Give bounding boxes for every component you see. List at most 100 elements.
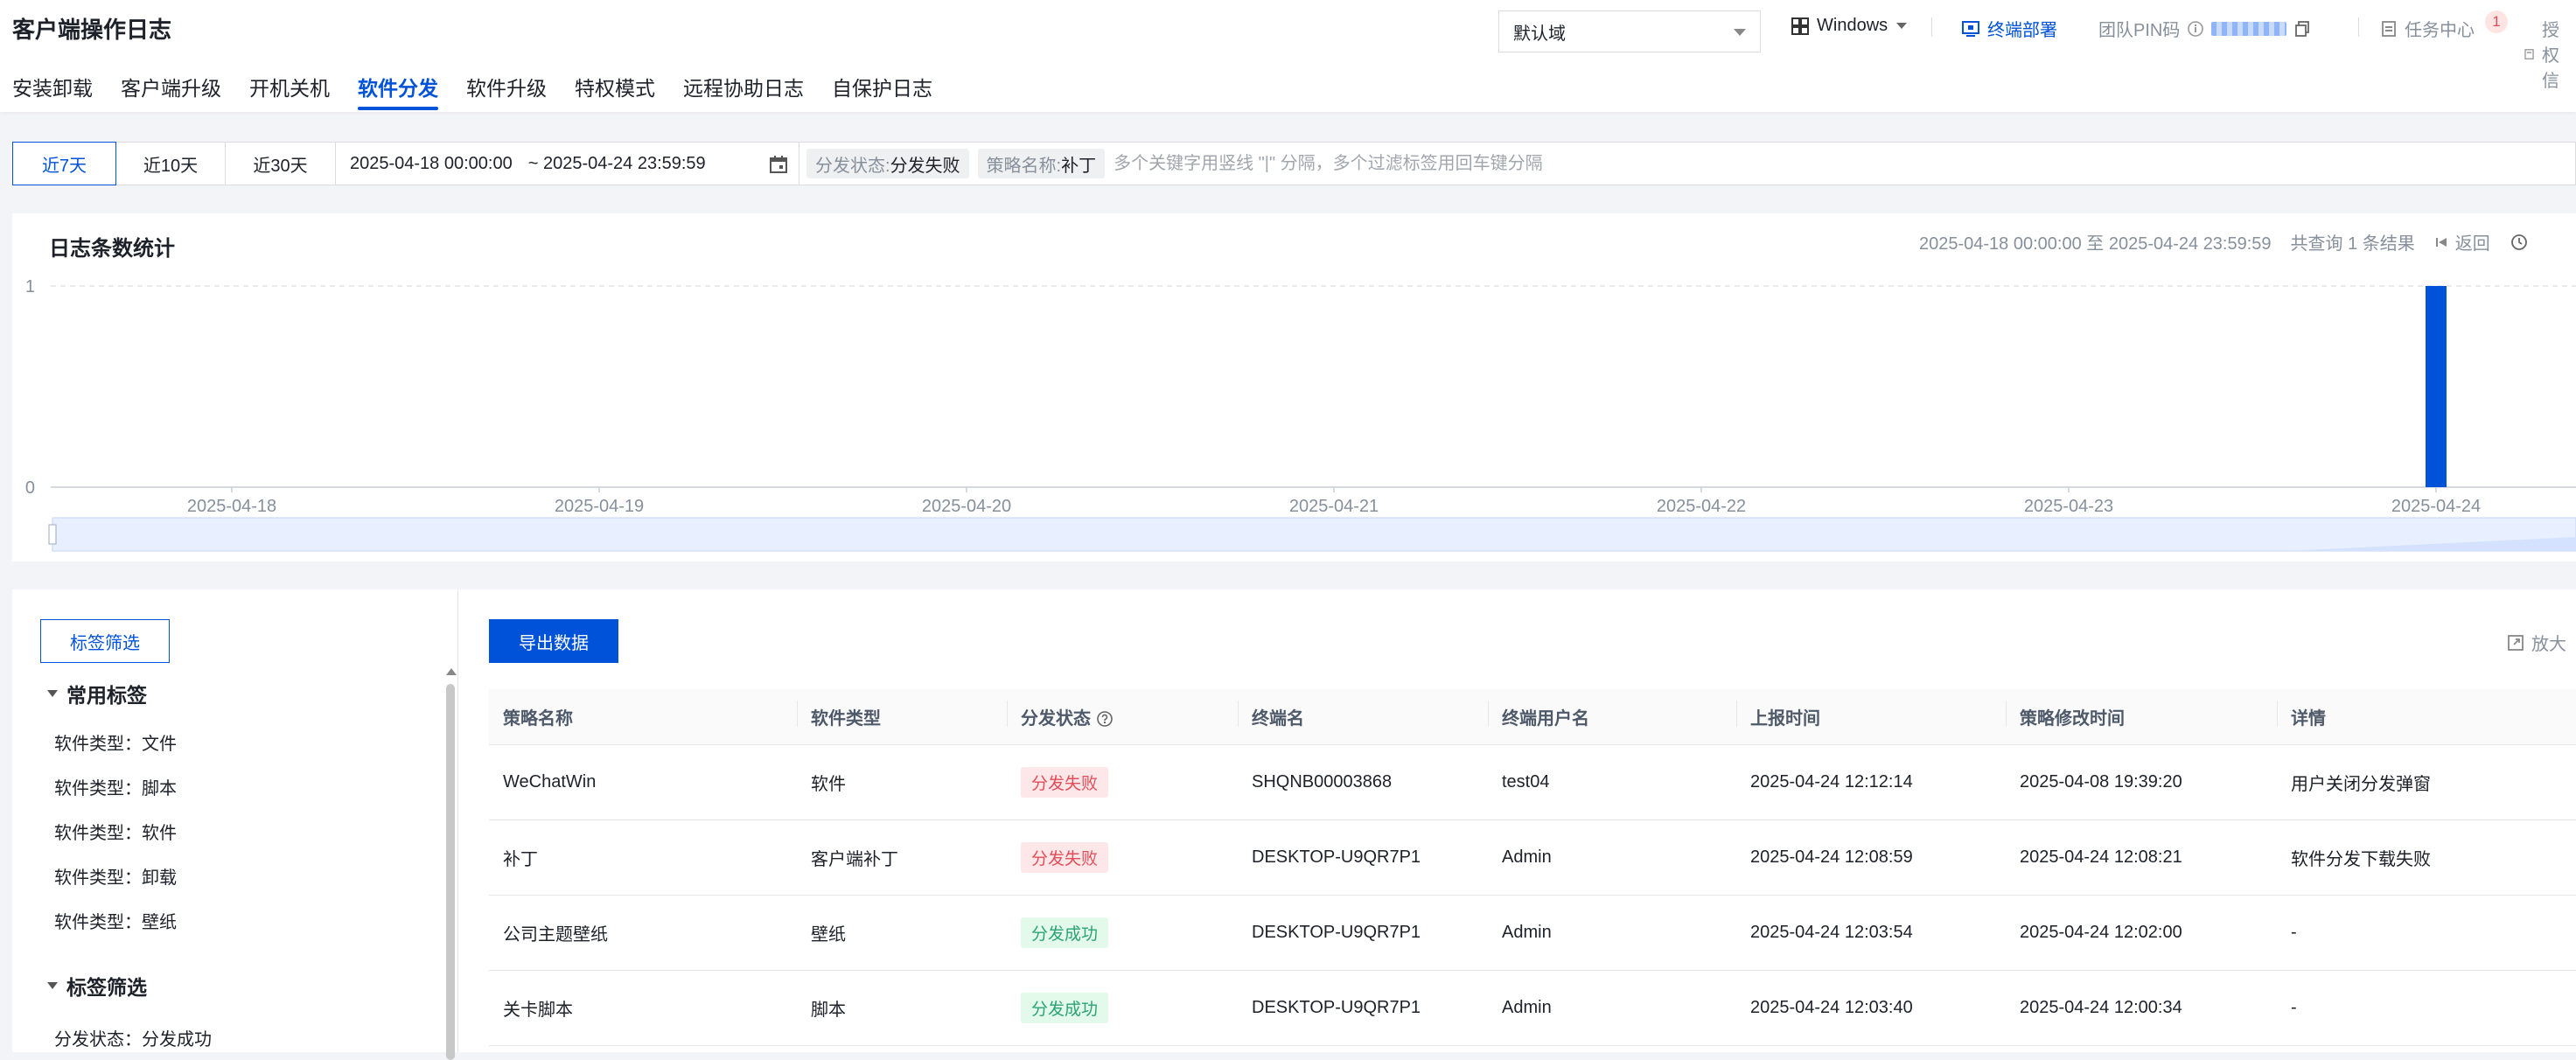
common-tags-title: 常用标签 [66,684,147,707]
cell-terminal: SHQNB00003868 [1252,772,1393,792]
y-tick-label: 1 [25,277,35,296]
cell-modify-time: 2025-04-08 19:39:20 [2020,772,2182,792]
cell-user: Admin [1502,923,1552,942]
license-icon [2524,48,2534,59]
scrollbar-thumb[interactable] [446,684,455,1060]
filter-chip-policy[interactable]: 策略名称: 补丁 [977,149,1106,178]
domain-select-value: 默认域 [1513,24,1566,44]
tag-pane-scrollbar[interactable] [444,668,457,1060]
team-pin-label: 团队PIN码 [2098,21,2181,40]
chevron-down-icon [1896,23,1908,29]
cell-report-time: 2025-04-24 12:03:40 [1750,998,1913,1017]
cell-report-time: 2025-04-24 12:03:54 [1750,923,1913,942]
tag-filter-button[interactable]: 标签筛选 [40,619,170,663]
scroll-up-arrow-icon[interactable] [446,668,457,675]
tag-filter-title: 标签筛选 [66,976,147,999]
domain-select[interactable]: 默认域 [1498,10,1761,52]
cell-user: test04 [1502,772,1550,792]
status-badge: 分发失败 [1021,767,1109,798]
y-tick-label: 0 [25,478,35,498]
team-pin: 团队PIN码 [2098,16,2311,41]
cell-status: 分发成功 [1007,917,1238,948]
column-header-status: 分发状态 [1007,701,1238,729]
task-center-link[interactable]: 任务中心 1 [2380,10,2508,41]
tag-filter-group-toggle[interactable]: 标签筛选 [47,971,147,1001]
x-tick-label: 2025-04-24 [2391,497,2481,516]
column-header-report-time: 上报时间 [1736,701,2006,729]
cell-status: 分发成功 [1007,993,1238,1023]
column-header-detail: 详情 [2277,701,2576,729]
zoom-button[interactable]: 放大 [2507,630,2566,655]
tab-software-distribution[interactable]: 软件分发 [358,72,438,110]
divider [1931,17,1932,37]
column-header-policy: 策略名称 [503,709,573,729]
date-range-picker[interactable]: 2025-04-18 00:00:00 ~ 2025-04-24 23:59:5… [335,142,802,185]
tag-item[interactable]: 软件类型：脚本 [54,774,177,799]
export-data-button[interactable]: 导出数据 [489,619,618,663]
tag-item[interactable]: 软件类型：卸载 [54,863,177,889]
tag-item[interactable]: 软件类型：软件 [54,819,177,844]
cell-policy: 补丁 [503,850,538,869]
page-title: 客户端操作日志 [12,17,172,43]
tag-item[interactable]: 软件类型：文件 [54,729,177,755]
copy-icon[interactable] [2293,20,2311,38]
tag-filter-pane: 标签筛选 常用标签 软件类型：文件 软件类型：脚本 软件类型：软件 软件类型：卸… [12,589,458,1060]
os-select[interactable]: Windows [1791,16,1908,36]
filter-chip-status[interactable]: 分发状态: 分发失败 [806,149,969,178]
cell-user: Admin [1502,847,1552,867]
filter-chip-value: 分发失败 [890,156,960,176]
log-type-tabs: 安装卸载 客户端升级 开机关机 软件分发 软件升级 特权模式 远程协助日志 自保… [12,72,960,110]
info-icon[interactable] [2187,20,2204,38]
log-table-panel: 标签筛选 常用标签 软件类型：文件 软件类型：脚本 软件类型：软件 软件类型：卸… [12,589,2576,1060]
search-filter-box[interactable]: 分发状态: 分发失败 策略名称: 补丁 [799,142,2576,185]
cell-policy: WeChatWin [503,772,597,792]
tag-item[interactable]: 分发状态：分发成功 [54,1025,212,1050]
help-icon[interactable] [1096,710,1113,728]
task-list-icon [2382,20,2396,37]
range-7-days-button[interactable]: 近7天 [12,142,116,185]
calendar-icon [770,156,787,173]
date-filter-bar: 近7天 近10天 近30天 2025-04-18 00:00:00 ~ 2025… [12,142,802,185]
cell-detail: - [2291,998,2297,1017]
tab-power-on-off[interactable]: 开机关机 [249,72,330,110]
column-header-software-type: 软件类型 [797,701,1007,729]
cell-modify-time: 2025-04-24 12:02:00 [2020,923,2182,942]
tab-privilege-mode[interactable]: 特权模式 [575,72,655,110]
license-link[interactable]: 授权信 [2524,16,2576,92]
x-tick-label: 2025-04-18 [187,497,276,516]
search-input[interactable] [1113,153,2575,174]
cell-status: 分发失败 [1007,842,1238,873]
chevron-down-icon [1734,29,1746,36]
filter-chip-value: 补丁 [1061,156,1097,176]
page-header: 客户端操作日志 默认域 Windows 终端部署 团队PIN码 任务中心 1 授… [0,0,2576,112]
cell-detail: 软件分发下载失败 [2291,850,2431,869]
table-row[interactable]: 关卡脚本 脚本 分发成功 DESKTOP-U9QR7P1 Admin 2025-… [489,971,2576,1046]
status-badge: 分发成功 [1021,993,1109,1023]
range-30-days-button[interactable]: 近30天 [225,142,336,185]
cell-detail: 用户关闭分发弹窗 [2291,775,2431,794]
table-row[interactable]: WeChatWin 软件 分发失败 SHQNB00003868 test04 2… [489,745,2576,820]
table-row[interactable]: 补丁 客户端补丁 分发失败 DESKTOP-U9QR7P1 Admin 2025… [489,820,2576,896]
common-tags-group-toggle[interactable]: 常用标签 [47,679,147,708]
tag-item[interactable]: 软件类型：壁纸 [54,908,177,933]
status-badge: 分发失败 [1021,842,1109,873]
task-center-label: 任务中心 [2405,21,2475,40]
expand-icon [2508,634,2524,651]
cell-user: Admin [1502,998,1552,1017]
tab-software-upgrade[interactable]: 软件升级 [466,72,547,110]
tab-client-upgrade[interactable]: 客户端升级 [121,72,221,110]
tab-self-protect-log[interactable]: 自保护日志 [832,72,932,110]
log-count-chart-panel: 日志条数统计 2025-04-18 00:00:00 至 2025-04-24 … [12,213,2576,561]
filter-chip-key: 策略名称: [986,156,1062,176]
tab-remote-assist-log[interactable]: 远程协助日志 [683,72,804,110]
software-distribution-table: 策略名称 软件类型 分发状态 终端名 终端用户名 上报时间 策略修改时间 详情 … [489,689,2576,1046]
table-row[interactable]: 公司主题壁纸 壁纸 分发成功 DESKTOP-U9QR7P1 Admin 202… [489,896,2576,971]
terminal-deploy-link[interactable]: 终端部署 [1961,16,2057,41]
cell-report-time: 2025-04-24 12:12:14 [1750,772,1913,792]
tab-install-uninstall[interactable]: 安装卸载 [12,72,93,110]
log-count-bar-chart: 0 1 2025-04-18 2025-04-19 2025-04-20 2025-04-… [25,277,2576,552]
cell-policy: 公司主题壁纸 [503,925,608,945]
column-header-user: 终端用户名 [1488,701,1736,729]
cell-software-type: 脚本 [811,1001,846,1020]
range-10-days-button[interactable]: 近10天 [115,142,226,185]
